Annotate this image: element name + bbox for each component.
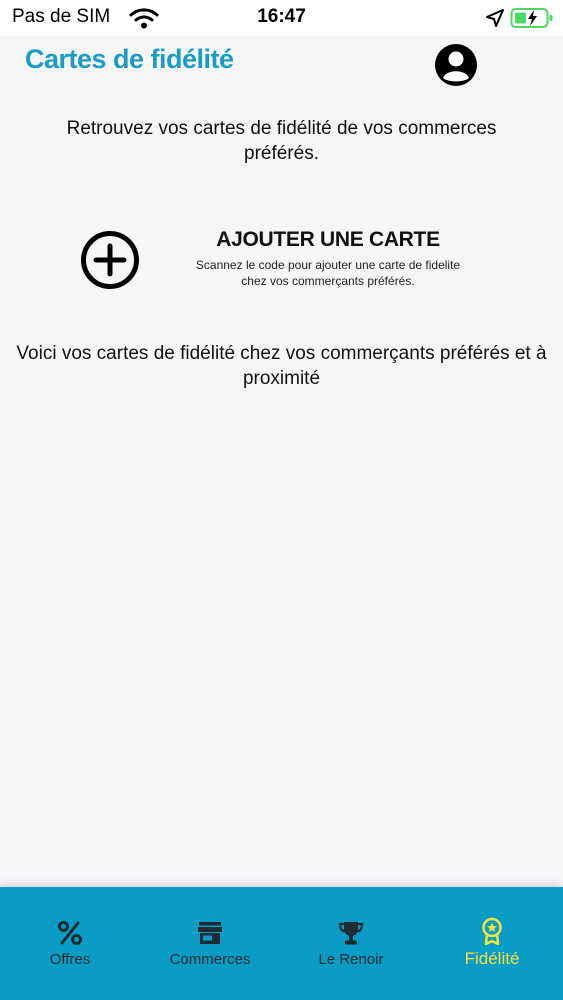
tab-commerces[interactable]: Commerces (140, 887, 280, 1000)
tab-bar: Offres Commerces Le Renoir Fidélité (0, 887, 563, 1000)
add-card-subtitle-line2: chez vos commerçants préférés. (241, 274, 415, 288)
location-arrow-icon (486, 9, 504, 27)
app-header: Cartes de fidélité (0, 36, 563, 98)
profile-avatar-button[interactable] (434, 43, 478, 87)
page-title: Cartes de fidélité (25, 44, 234, 74)
trophy-icon (338, 922, 364, 945)
clock: 16:47 (257, 6, 306, 27)
cards-section-text: Voici vos cartes de fidélité chez vos co… (16, 343, 547, 389)
percent-icon (58, 921, 82, 945)
tab-offres-label: Offres (49, 951, 91, 968)
award-badge-icon (482, 917, 502, 945)
tab-commerces-label: Commerces (169, 951, 251, 968)
tab-fidelite[interactable]: Fidélité (422, 887, 562, 1000)
tab-le-renoir-label: Le Renoir (318, 951, 384, 968)
add-card-title: AJOUTER UNE CARTE (216, 228, 440, 251)
battery-charging-icon (510, 8, 553, 28)
tab-fidelite-label: Fidélité (464, 949, 520, 968)
add-circle-icon (81, 231, 139, 289)
add-card-subtitle: Scannez le code pour ajouter une carte d… (158, 257, 498, 289)
add-card-button[interactable]: AJOUTER UNE CARTE Scannez le code pour a… (0, 222, 563, 298)
add-card-subtitle-line1: Scannez le code pour ajouter une carte d… (195, 258, 461, 272)
store-icon (198, 922, 222, 944)
tab-offres[interactable]: Offres (0, 887, 140, 1000)
intro-text: Retrouvez vos cartes de fidélité de vos … (66, 118, 497, 164)
status-bar: Pas de SIM 16:47 (0, 0, 563, 36)
tab-le-renoir[interactable]: Le Renoir (281, 887, 421, 1000)
